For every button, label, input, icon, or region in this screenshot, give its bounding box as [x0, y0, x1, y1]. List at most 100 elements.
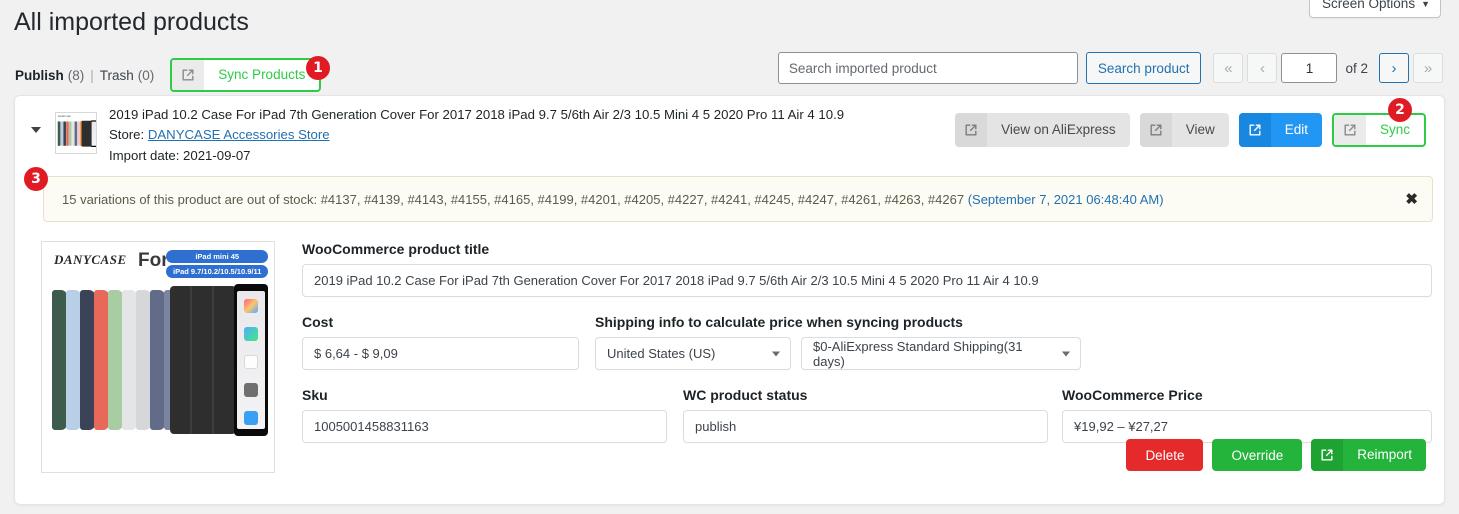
caret-down-icon[interactable]: [31, 127, 41, 133]
case-strip: [122, 290, 137, 430]
cost-field-label: Cost: [302, 314, 334, 330]
external-link-icon: [1333, 115, 1366, 145]
shipping-country-value: United States (US): [607, 346, 716, 361]
chevron-down-icon: [1062, 351, 1070, 356]
view-on-aliexpress-button[interactable]: View on AliExpress: [955, 113, 1130, 147]
external-link-icon: [172, 60, 205, 90]
title-field-label: WooCommerce product title: [302, 241, 490, 257]
filter-trash-count: (0): [137, 67, 155, 83]
ipad-case-fold: [190, 286, 192, 434]
field-cost-group: Cost: [302, 314, 579, 370]
shipping-country-select[interactable]: United States (US): [595, 337, 791, 370]
pagination-next[interactable]: ›: [1379, 53, 1409, 83]
sku-status-price-row: Sku WC product status WooCommerce Price: [302, 387, 1432, 443]
sync-button[interactable]: Sync: [1331, 113, 1426, 147]
pagination-first: «: [1213, 53, 1244, 83]
product-card: DANYCASE 2019 iPad 10.2 Case For iPad 7t…: [14, 95, 1445, 505]
thumbnail-brand: DANYCASE: [58, 114, 71, 118]
product-actions: View on AliExpress View Edit Sync: [955, 113, 1426, 147]
chevron-down-icon: ▼: [1421, 0, 1430, 9]
out-of-stock-notice: 15 variations of this product are out of…: [43, 176, 1433, 222]
edit-button[interactable]: Edit: [1238, 113, 1322, 147]
external-link-icon: [1238, 113, 1271, 147]
notice-date: (September 7, 2021 06:48:40 AM): [967, 191, 1164, 207]
app-icon: [244, 383, 258, 397]
sync-products-label: Sync Products: [218, 67, 306, 83]
external-link-icon: [1311, 439, 1344, 471]
ipad-screen: [234, 284, 268, 436]
app-icon: [244, 355, 258, 369]
view-label: View: [1185, 122, 1215, 138]
product-image-tag-2: iPad 9.7/10.2/10.5/10.9/11: [166, 265, 269, 278]
ipad-screen-inner: [237, 291, 265, 429]
close-icon[interactable]: ✖: [1395, 190, 1418, 208]
status-filter-links: Publish (8) | Trash (0) Sync Products: [15, 58, 322, 92]
search-product-button[interactable]: Search product: [1085, 52, 1202, 84]
filter-separator: |: [90, 67, 94, 83]
ipad-case-body: [170, 286, 236, 434]
product-store: Store: DANYCASE Accessories Store: [109, 125, 844, 145]
app-icon: [244, 299, 258, 313]
filter-trash[interactable]: Trash: [100, 68, 134, 83]
case-strip: [150, 290, 165, 430]
status-field-label: WC product status: [683, 387, 808, 403]
store-label: Store:: [109, 127, 145, 143]
annotation-badge-3: 3: [24, 167, 48, 191]
table-navigation: Search product « ‹ of 2 › »: [777, 52, 1443, 84]
detail-action-buttons: Delete Override Reimport: [1126, 439, 1426, 471]
sku-field-input[interactable]: [302, 410, 668, 443]
product-image-brand: DANYCASE: [54, 252, 127, 267]
product-fields: WooCommerce product title Cost Shipping …: [302, 241, 1432, 443]
product-image-art: DANYCASE For iPad mini 45 iPad 9.7/10.2/…: [42, 242, 274, 472]
sku-field-label: Sku: [302, 387, 328, 403]
case-strip: [52, 290, 67, 430]
annotation-badge-1: 1: [306, 56, 330, 80]
external-link-icon: [1139, 113, 1172, 147]
pagination-total-label: of 2: [1345, 60, 1368, 76]
case-strip: [94, 290, 109, 430]
pagination-current-page-input[interactable]: [1281, 53, 1338, 83]
override-button[interactable]: Override: [1212, 439, 1303, 471]
case-strip: [108, 290, 123, 430]
title-field-input[interactable]: [302, 264, 1432, 297]
screen-options-button[interactable]: Screen Options ▼: [1309, 0, 1441, 18]
search-input[interactable]: [777, 52, 1078, 84]
pagination: « ‹ of 2 › »: [1213, 53, 1443, 83]
view-on-aliexpress-label: View on AliExpress: [1001, 122, 1116, 138]
notice-text: 15 variations of this product are out of…: [62, 192, 1395, 207]
price-field-label: WooCommerce Price: [1062, 387, 1203, 403]
shipping-method-select[interactable]: $0-AliExpress Standard Shipping(31 days): [801, 337, 1081, 370]
status-field-input[interactable]: [683, 410, 1049, 443]
import-date-label: Import date:: [109, 147, 180, 163]
filter-publish-count: (8): [67, 67, 85, 83]
delete-button[interactable]: Delete: [1126, 439, 1204, 471]
product-info: 2019 iPad 10.2 Case For iPad 7th Generat…: [109, 105, 844, 166]
edit-label: Edit: [1284, 122, 1308, 138]
product-image-tag-1: iPad mini 45: [166, 250, 269, 263]
ipad-case-fold: [212, 286, 214, 434]
notice-message: 15 variations of this product are out of…: [62, 191, 965, 207]
product-thumbnail-small: DANYCASE: [55, 112, 97, 154]
shipping-section-label: Shipping info to calculate price when sy…: [595, 314, 963, 330]
product-image-tags: iPad mini 45 iPad 9.7/10.2/10.5/10.9/11: [166, 250, 269, 280]
product-title: 2019 iPad 10.2 Case For iPad 7th Generat…: [109, 107, 845, 122]
app-icon: [244, 327, 258, 341]
product-image-for-label: For: [138, 250, 169, 271]
field-sku-group: Sku: [302, 387, 668, 443]
filter-publish[interactable]: Publish: [15, 68, 64, 83]
cost-field-input[interactable]: [302, 337, 579, 370]
app-icon: [244, 411, 258, 425]
store-link[interactable]: DANYCASE Accessories Store: [148, 127, 330, 142]
view-button[interactable]: View: [1139, 113, 1229, 147]
shipping-method-value: $0-AliExpress Standard Shipping(31 days): [813, 338, 1023, 369]
pagination-last: »: [1413, 53, 1443, 83]
pagination-prev: ‹: [1247, 53, 1278, 83]
reimport-button[interactable]: Reimport: [1311, 439, 1426, 471]
product-header-row: DANYCASE 2019 iPad 10.2 Case For iPad 7t…: [15, 96, 1444, 164]
field-status-group: WC product status: [683, 387, 1049, 443]
case-strip: [66, 290, 81, 430]
external-link-icon: [955, 113, 988, 147]
sync-products-button[interactable]: Sync Products: [170, 58, 322, 92]
case-strip: [80, 290, 95, 430]
field-shipping-group: Shipping info to calculate price when sy…: [595, 314, 1081, 370]
